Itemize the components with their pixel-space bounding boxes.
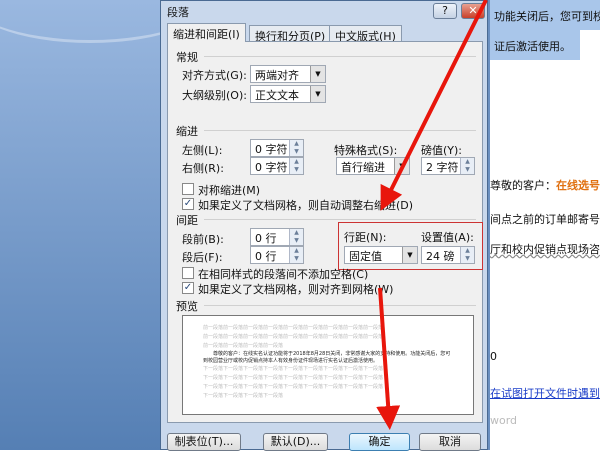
spinner-icon[interactable]: ▲ ▼ <box>289 229 303 245</box>
space-after-input[interactable]: 0 行 ▲ ▼ <box>250 246 304 264</box>
after-label: 段后(F): <box>182 251 223 264</box>
chevron-down-icon: ▼ <box>310 86 325 102</box>
at-label: 设置值(A): <box>421 231 474 244</box>
at-input[interactable]: 24 磅 ▲ ▼ <box>421 246 475 264</box>
chevron-down-icon: ▼ <box>394 158 409 174</box>
no-space-checkbox[interactable] <box>182 267 194 279</box>
paragraph-dialog: 段落 ? ✕ 缩进和间距(I) 换行和分页(P) 中文版式(H) 常规 对齐方式… <box>160 0 488 451</box>
spinner-icon[interactable]: ▲ ▼ <box>289 158 303 174</box>
chevron-down-icon: ▼ <box>310 66 325 82</box>
spinner-icon[interactable]: ▲ ▼ <box>460 247 474 263</box>
doc-line: 0 <box>490 350 497 363</box>
special-format-label: 特殊格式(S): <box>334 144 398 157</box>
preview-box: 前一段落前一段落前一段落前一段落前一段落前一段落前一段落前一段落前一段落 前一段… <box>182 315 474 415</box>
doc-link[interactable]: 在试图打开文件时遇到 <box>490 385 600 401</box>
by-input[interactable]: 2 字符 ▲ ▼ <box>421 157 475 175</box>
outline-level-label: 大纲级别(O): <box>182 89 247 102</box>
snap-grid-checkbox[interactable]: ✓ <box>182 282 194 294</box>
chevron-down-icon: ▼ <box>402 247 417 263</box>
snap-grid-label: 如果定义了文档网格，则对齐到网格(W) <box>198 283 394 296</box>
line-spacing-select[interactable]: 固定值 ▼ <box>344 246 418 264</box>
tab-indent-spacing[interactable]: 缩进和间距(I) <box>167 23 246 42</box>
dialog-title: 段落 <box>167 6 189 19</box>
doc-line: 厅和校内促销点现场咨 <box>490 243 600 256</box>
doc-watermark: word <box>490 414 518 427</box>
doc-line: 间点之前的订单邮寄号 <box>490 213 600 226</box>
outline-level-select[interactable]: 正文文本 ▼ <box>250 85 326 103</box>
auto-adjust-label: 如果定义了文档网格，则自动调整右缩进(D) <box>198 199 414 212</box>
mirror-indent-label: 对称缩进(M) <box>198 184 261 197</box>
special-format-select[interactable]: 首行缩进 ▼ <box>336 157 410 175</box>
spinner-icon[interactable]: ▲ ▼ <box>289 247 303 263</box>
doc-line: 证后激活使用。 <box>494 40 571 53</box>
right-indent-label: 右侧(R): <box>182 162 224 175</box>
desktop-background <box>0 0 220 450</box>
section-preview: 预览 <box>176 300 198 313</box>
document-area[interactable]: 功能关闭后，您可到校 证后激活使用。 尊敬的客户：在线选号 间点之前的订单邮寄号… <box>488 0 600 450</box>
by-label: 磅值(Y): <box>421 144 463 157</box>
section-general: 常规 <box>176 51 198 64</box>
right-indent-input[interactable]: 0 字符 ▲ ▼ <box>250 157 304 175</box>
mirror-indent-checkbox[interactable] <box>182 183 194 195</box>
spinner-icon[interactable]: ▲ ▼ <box>289 140 303 156</box>
auto-adjust-checkbox[interactable]: ✓ <box>182 198 194 210</box>
section-indent: 缩进 <box>176 125 198 138</box>
line-spacing-label: 行距(N): <box>344 231 387 244</box>
tabs-button[interactable]: 制表位(T)... <box>167 433 241 451</box>
section-spacing: 间距 <box>176 214 198 227</box>
cancel-button[interactable]: 取消 <box>419 433 481 451</box>
doc-line: 功能关闭后，您可到校 <box>494 10 600 23</box>
no-space-label: 在相同样式的段落间不添加空格(C) <box>198 268 369 281</box>
alignment-label: 对齐方式(G): <box>182 69 247 82</box>
left-indent-input[interactable]: 0 字符 ▲ ▼ <box>250 139 304 157</box>
tab-panel: 常规 对齐方式(G): 两端对齐 ▼ 大纲级别(O): 正文文本 ▼ 缩进 左侧(L… <box>167 41 483 423</box>
close-button[interactable]: ✕ <box>461 3 485 19</box>
alignment-select[interactable]: 两端对齐 ▼ <box>250 65 326 83</box>
doc-line: 尊敬的客户：在线选号 <box>490 179 600 192</box>
spinner-icon[interactable]: ▲ ▼ <box>460 158 474 174</box>
set-default-button[interactable]: 默认(D)... <box>263 433 328 451</box>
help-button[interactable]: ? <box>433 3 457 19</box>
space-before-input[interactable]: 0 行 ▲ ▼ <box>250 228 304 246</box>
left-indent-label: 左侧(L): <box>182 144 223 157</box>
ok-button[interactable]: 确定 <box>349 433 410 451</box>
before-label: 段前(B): <box>182 233 224 246</box>
